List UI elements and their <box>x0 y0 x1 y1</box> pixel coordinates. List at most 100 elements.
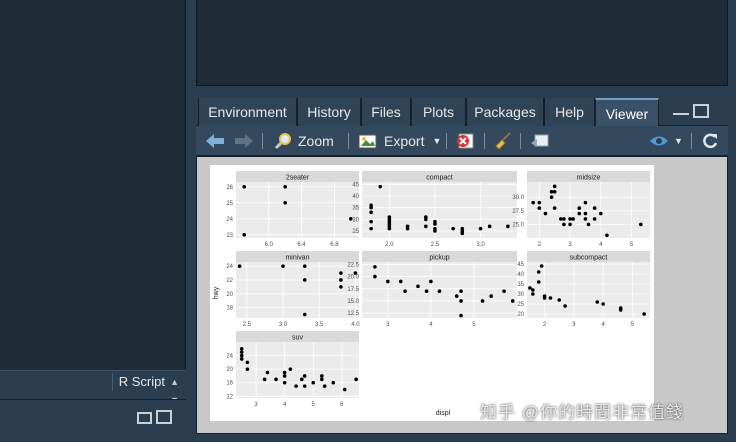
data-point <box>398 279 403 284</box>
data-point <box>571 217 575 221</box>
facet-label: 2seater <box>286 175 310 182</box>
arrow-left-icon[interactable] <box>205 126 225 156</box>
tab-files[interactable]: Files <box>361 98 411 126</box>
environment-pane-top <box>196 0 728 86</box>
x-tick-label: 3 <box>386 322 390 328</box>
data-point <box>274 377 278 382</box>
y-tick-label: 22 <box>226 278 233 284</box>
y-tick-label: 30.0 <box>512 195 524 201</box>
tab-history[interactable]: History <box>297 98 361 126</box>
data-point <box>531 292 535 296</box>
data-point <box>459 289 463 294</box>
broom-icon[interactable] <box>493 126 513 156</box>
data-point <box>387 226 392 231</box>
data-point <box>552 206 557 210</box>
y-tick-label: 40 <box>517 272 524 278</box>
data-point <box>531 288 535 292</box>
data-point <box>282 370 287 375</box>
data-point <box>552 184 557 189</box>
data-point <box>239 350 244 354</box>
data-point <box>542 294 547 298</box>
data-point <box>373 274 377 279</box>
data-point <box>459 299 463 303</box>
zoom-button[interactable]: Zoom <box>274 126 334 156</box>
data-point <box>424 224 428 229</box>
source-editor-pane <box>0 0 186 370</box>
facet-label: pickup <box>429 255 449 262</box>
tab-environment[interactable]: Environment <box>198 98 297 126</box>
tab-viewer[interactable]: Viewer <box>595 98 659 126</box>
watermark-text: 知乎 @你的時間非常值錢 <box>480 403 684 422</box>
data-point <box>510 299 515 303</box>
x-tick-label: 5 <box>631 322 635 328</box>
popout-icon[interactable] <box>530 126 550 156</box>
y-tick-label: 12 <box>226 394 233 400</box>
export-button[interactable]: Export ▼ <box>358 126 441 156</box>
data-point <box>262 377 267 382</box>
y-tick-label: 40 <box>352 194 359 200</box>
data-point <box>583 200 588 205</box>
y-tick-label: 45 <box>517 262 524 268</box>
y-tick-label: 25.0 <box>512 222 524 228</box>
export-label: Export <box>384 133 425 149</box>
data-point <box>299 377 304 382</box>
remove-icon[interactable] <box>455 126 475 156</box>
restore-pane-icon[interactable] <box>137 412 152 424</box>
maximize-pane-icon[interactable] <box>693 104 709 118</box>
y-tick-label: 24 <box>226 217 233 223</box>
file-type-selector[interactable]: R Script ▲▼ <box>111 373 183 405</box>
data-point <box>543 211 548 216</box>
x-tick-label: 4 <box>429 322 433 328</box>
data-point <box>242 233 246 237</box>
data-point <box>288 367 293 371</box>
data-point <box>283 185 287 189</box>
x-axis-label: displ <box>436 410 451 417</box>
x-tick-label: 3 <box>568 242 572 248</box>
data-point <box>265 370 270 375</box>
data-point <box>537 200 542 205</box>
data-point <box>583 217 588 221</box>
data-point <box>559 217 563 221</box>
data-point <box>331 380 336 385</box>
data-point <box>373 265 377 269</box>
data-point <box>563 304 567 308</box>
data-point <box>583 211 588 216</box>
publish-icon[interactable]: ▼ <box>648 126 683 156</box>
y-tick-label: 25 <box>517 302 524 308</box>
y-tick-label: 24 <box>226 264 233 270</box>
data-point <box>311 380 316 385</box>
data-point <box>549 195 554 200</box>
y-tick-label: 22.5 <box>347 262 359 268</box>
data-point <box>237 264 242 268</box>
data-point <box>599 211 603 216</box>
minimize-pane-icon[interactable] <box>673 113 689 118</box>
y-tick-label: 23 <box>226 233 233 239</box>
facet-panel <box>362 182 517 238</box>
x-tick-label: 6.4 <box>297 242 306 248</box>
tab-help[interactable]: Help <box>544 98 595 126</box>
data-point <box>568 217 572 221</box>
y-tick-label: 30 <box>352 217 359 223</box>
x-tick-label: 3.0 <box>279 322 288 328</box>
tab-plots[interactable]: Plots <box>411 98 466 126</box>
y-tick-label: 20.0 <box>347 275 359 281</box>
x-tick-label: 3.0 <box>476 242 485 248</box>
data-point <box>489 294 493 298</box>
y-tick-label: 24 <box>226 354 233 360</box>
data-point <box>281 264 285 268</box>
x-tick-label: 2 <box>538 242 542 248</box>
refresh-icon[interactable] <box>701 126 719 156</box>
data-point <box>478 226 483 231</box>
x-tick-label: 2.5 <box>431 242 440 248</box>
tab-packages[interactable]: Packages <box>466 98 544 126</box>
x-tick-label: 5 <box>630 242 634 248</box>
maximize-pane-icon[interactable] <box>156 410 172 424</box>
facet-panel <box>236 342 359 398</box>
data-point <box>433 222 437 226</box>
x-tick-label: 3 <box>254 402 258 408</box>
y-tick-label: 20 <box>517 312 524 318</box>
y-tick-label: 45 <box>352 182 359 188</box>
arrow-right-icon[interactable] <box>234 126 254 156</box>
x-tick-label: 4 <box>283 402 287 408</box>
data-point <box>387 217 392 222</box>
